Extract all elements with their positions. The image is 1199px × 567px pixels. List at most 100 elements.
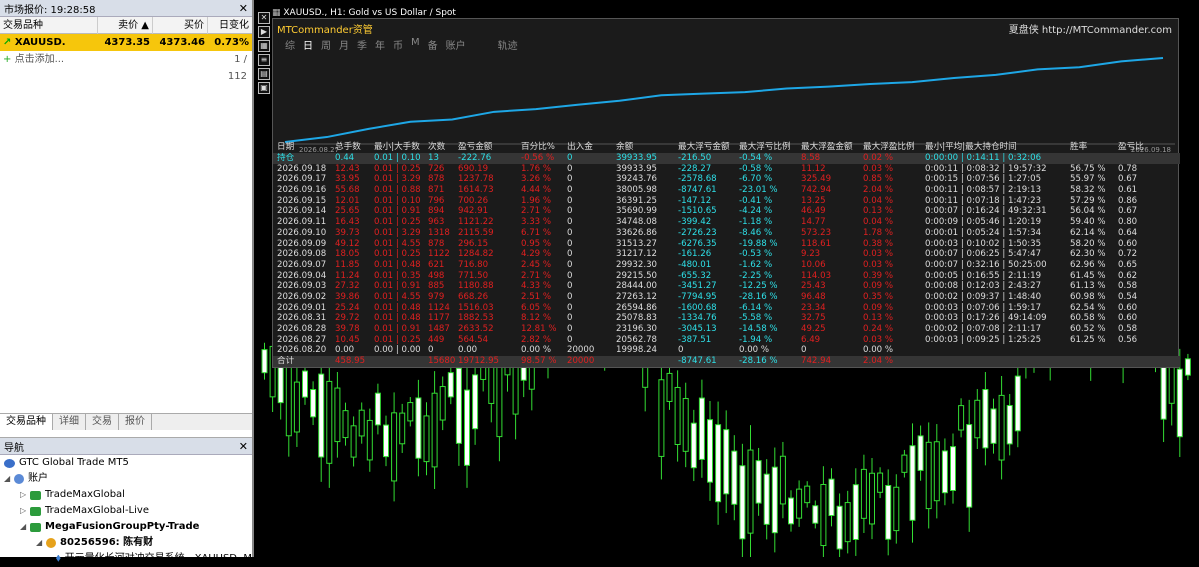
candle-body bbox=[285, 365, 292, 437]
mt-tab-4[interactable]: 季 bbox=[357, 37, 367, 52]
table-cell: 2026.08.28 bbox=[277, 324, 327, 334]
close-icon[interactable]: ✕ bbox=[239, 2, 248, 15]
candle-body bbox=[464, 389, 470, 466]
table-cell: 771.50 bbox=[458, 270, 489, 281]
table-cell: -4.24 % bbox=[739, 206, 773, 217]
candle-body bbox=[788, 497, 794, 525]
expand-icon[interactable]: ▷ bbox=[20, 487, 30, 503]
table-cell: 11.24 bbox=[335, 270, 360, 281]
table-row: 2026.08.20 0.00 0.00 | 0.00 0 0.00 0.00 % 2000… bbox=[273, 345, 1180, 356]
mt-tab-7[interactable]: M bbox=[411, 37, 420, 52]
candle-body bbox=[933, 441, 940, 502]
mt-tab-1[interactable]: 日 bbox=[303, 37, 313, 52]
table-cell: 573.23 bbox=[801, 227, 832, 238]
mt-tab-9[interactable]: 账户 bbox=[446, 37, 466, 52]
tab-symbols[interactable]: 交易品种 bbox=[0, 414, 53, 430]
tab-ticks[interactable]: 报价 bbox=[119, 414, 152, 430]
add-symbol-row[interactable]: + 点击添加... 1 / 112 bbox=[0, 51, 252, 82]
candle-body bbox=[820, 484, 827, 547]
table-cell: 0:00:03 | 0:09:25 | 1:25:25 bbox=[925, 334, 1042, 345]
table-cell: -161.26 bbox=[678, 249, 712, 260]
tree-server-1[interactable]: ▷ TradeMaxGlobal bbox=[0, 487, 252, 503]
tree-account[interactable]: ◢ 80256596: 陈有财 bbox=[0, 535, 252, 551]
table-cell: 合计 bbox=[277, 356, 295, 367]
table-cell: 13 bbox=[428, 153, 439, 163]
table-cell: 0.38 % bbox=[863, 238, 894, 249]
candle-body bbox=[852, 484, 859, 541]
list-icon[interactable]: ≡ bbox=[258, 54, 270, 66]
table-cell: 3.26 % bbox=[521, 174, 552, 185]
table-cell: 979 bbox=[428, 291, 445, 302]
candle-body bbox=[407, 402, 414, 422]
table-cell: 2026.09.10 bbox=[277, 227, 327, 238]
table-cell bbox=[1070, 345, 1118, 356]
tree-accounts[interactable]: ◢ 账户 bbox=[0, 471, 252, 487]
collapse-icon[interactable]: ◢ bbox=[4, 471, 14, 487]
col-symbol[interactable]: 交易品种 bbox=[0, 16, 98, 34]
symbol-row[interactable]: ↗ XAUUSD. 4373.35 4373.46 0.73% bbox=[0, 34, 252, 51]
table-cell: 98.57 % bbox=[521, 356, 557, 367]
mt-tab-5[interactable]: 年 bbox=[375, 37, 385, 52]
table-cell: 458.95 bbox=[335, 356, 366, 367]
grid-icon[interactable]: ▦ bbox=[258, 40, 270, 52]
save-icon[interactable]: ▣ bbox=[258, 82, 270, 94]
collapse-icon[interactable]: ◢ bbox=[36, 535, 46, 551]
table-cell: 0.00 bbox=[458, 345, 478, 356]
candle-body bbox=[472, 374, 479, 430]
chart-symbol-icon: ▦ bbox=[272, 8, 281, 18]
table-cell: 0.86 bbox=[1118, 195, 1138, 206]
tree-server-3[interactable]: ◢ MegaFusionGroupPty-Trade bbox=[0, 519, 252, 535]
candle-body bbox=[893, 486, 900, 532]
tree-ea[interactable]: 开元量化长河对冲交易系统 - XAUUSD.,M bbox=[0, 551, 252, 567]
candle-body bbox=[1176, 368, 1183, 438]
table-cell: 0.60 bbox=[1118, 302, 1138, 313]
navigator-title: 导航 ✕ bbox=[0, 438, 252, 455]
mt-tab-3[interactable]: 月 bbox=[339, 37, 349, 52]
col-bid[interactable]: 卖价 ▲ bbox=[98, 16, 153, 34]
tab-details[interactable]: 详细 bbox=[53, 414, 86, 430]
table-cell: -480.01 bbox=[678, 259, 712, 270]
table-cell: 2026.09.16 bbox=[277, 185, 327, 196]
add-symbol[interactable]: + 点击添加... bbox=[0, 51, 210, 68]
table-cell bbox=[925, 356, 1070, 367]
close-icon[interactable]: ✕ bbox=[239, 440, 248, 453]
chart-icon[interactable]: ▤ bbox=[258, 68, 270, 80]
table-cell: 0:00:03 | 0:07:06 | 1:59:17 bbox=[925, 302, 1042, 313]
mt-tab-0[interactable]: 综 bbox=[285, 37, 295, 52]
table-cell: 19712.95 bbox=[458, 356, 500, 367]
mt-tab-6[interactable]: 币 bbox=[393, 37, 403, 52]
mt-tab-8[interactable]: 备 bbox=[428, 37, 438, 52]
table-cell: -7794.95 bbox=[678, 291, 717, 302]
table-row: 2026.09.10 39.73 0.01 | 3.29 1318 2115.59 6.7… bbox=[273, 228, 1180, 239]
candle-body bbox=[383, 424, 389, 458]
mt-tab-10[interactable]: 轨迹 bbox=[498, 37, 518, 52]
table-cell bbox=[1118, 345, 1158, 356]
table-cell: 0.01 | 0.91 bbox=[374, 206, 421, 217]
table-cell: 35690.99 bbox=[616, 206, 658, 217]
mt-site[interactable]: 夏盘侠 http://MTCommander.com bbox=[1009, 21, 1172, 36]
market-watch-title: 市场报价: 19:28:58 ✕ bbox=[0, 0, 252, 17]
tree-broker[interactable]: GTC Global Trade MT5 bbox=[0, 455, 252, 471]
table-cell: -23.01 % bbox=[739, 185, 778, 196]
table-cell: 0 bbox=[567, 291, 573, 302]
col-change[interactable]: 日变化 bbox=[208, 17, 252, 34]
table-cell: 1122 bbox=[428, 249, 450, 260]
table-cell: 持仓 bbox=[277, 153, 295, 163]
expand-icon[interactable]: ▷ bbox=[20, 503, 30, 519]
table-cell: 114.03 bbox=[801, 270, 832, 281]
close-panel-icon[interactable]: ✕ bbox=[258, 12, 270, 24]
collapse-panel-icon[interactable]: ▶ bbox=[258, 26, 270, 38]
table-cell: 49.12 bbox=[335, 238, 360, 249]
table-cell: 4.44 % bbox=[521, 185, 552, 196]
tab-trading[interactable]: 交易 bbox=[86, 414, 119, 430]
tree-server-2[interactable]: ▷ TradeMaxGlobal-Live bbox=[0, 503, 252, 519]
col-ask[interactable]: 买价 bbox=[153, 16, 208, 34]
mt-tab-2[interactable]: 周 bbox=[321, 37, 331, 52]
table-cell: 668.26 bbox=[458, 291, 489, 302]
table-cell: 39933.95 bbox=[616, 153, 658, 163]
table-cell: 0.01 | 0.25 bbox=[374, 334, 421, 345]
candle-body bbox=[779, 455, 786, 505]
table-row: 2026.09.07 11.85 0.01 | 0.48 621 716.80 2.45 … bbox=[273, 260, 1180, 271]
collapse-icon[interactable]: ◢ bbox=[20, 519, 30, 535]
table-cell: 742.94 bbox=[801, 356, 832, 367]
